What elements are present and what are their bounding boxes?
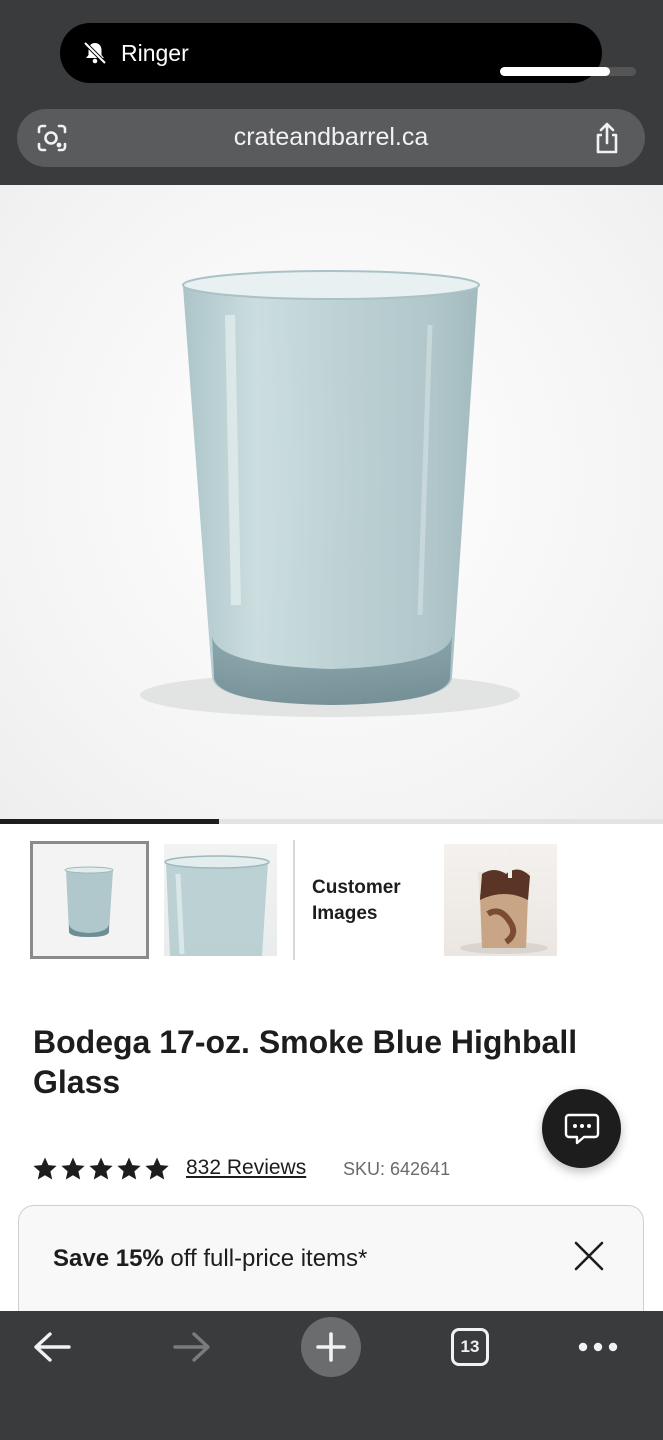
chat-button[interactable]: [542, 1089, 621, 1168]
iced-coffee-image: [460, 848, 548, 954]
address-bar[interactable]: crateandbarrel.ca: [17, 109, 645, 167]
promo-text: Save 15% off full-price items*: [53, 1245, 367, 1273]
product-title: Bodega 17-oz. Smoke Blue Highball Glass: [33, 1024, 578, 1100]
customer-image-thumbnail[interactable]: [444, 844, 557, 956]
thumbnail-glass-image: [64, 866, 114, 937]
thumbnail-1[interactable]: [30, 841, 149, 959]
volume-level: [500, 67, 611, 76]
browser-bottom-toolbar: 13: [0, 1311, 663, 1440]
tab-count: 13: [451, 1328, 489, 1366]
thumbnail-strip: Customer Images: [0, 840, 663, 960]
new-tab-button[interactable]: [300, 1311, 362, 1383]
ringer-overlay: Ringer: [60, 23, 636, 83]
star-icon: [61, 1157, 85, 1180]
rating-stars[interactable]: [32, 1156, 170, 1182]
tabs-button[interactable]: 13: [440, 1311, 500, 1383]
glass-illustration: [140, 270, 520, 717]
promo-rest: off full-price items*: [163, 1245, 368, 1272]
promo-bold: Save 15%: [53, 1245, 164, 1272]
back-arrow-icon: [34, 1332, 71, 1362]
forward-button[interactable]: [162, 1311, 222, 1383]
thumbnail-divider: [293, 840, 295, 960]
chat-icon: [564, 1113, 600, 1145]
star-icon: [117, 1157, 141, 1180]
browser-top-bar: Ringer crateandbarrel.ca: [0, 0, 663, 185]
star-icon: [89, 1157, 113, 1180]
forward-arrow-icon: [173, 1332, 210, 1362]
back-button[interactable]: [22, 1311, 82, 1383]
star-icon: [145, 1157, 169, 1180]
thumbnail-2[interactable]: [164, 844, 277, 956]
sku-label: SKU: 642641: [343, 1159, 451, 1179]
url-text[interactable]: crateandbarrel.ca: [17, 123, 645, 152]
bell-slash-icon: [83, 41, 107, 65]
reviews-link[interactable]: 832 Reviews: [186, 1156, 306, 1180]
more-button[interactable]: [568, 1311, 628, 1383]
new-tab-circle: [301, 1317, 361, 1377]
product-image[interactable]: [0, 185, 663, 821]
share-icon[interactable]: [592, 121, 622, 155]
gallery-progress: [0, 819, 663, 824]
more-icon: [578, 1342, 618, 1352]
thumbnail-glass-closeup: [164, 855, 270, 956]
ringer-label: Ringer: [121, 40, 189, 66]
customer-images-label[interactable]: Customer Images: [312, 875, 432, 927]
star-icon: [33, 1157, 57, 1180]
gallery-progress-fill: [0, 819, 219, 824]
close-icon[interactable]: [573, 1240, 605, 1272]
plus-icon: [316, 1332, 346, 1362]
volume-bar: [500, 67, 636, 76]
